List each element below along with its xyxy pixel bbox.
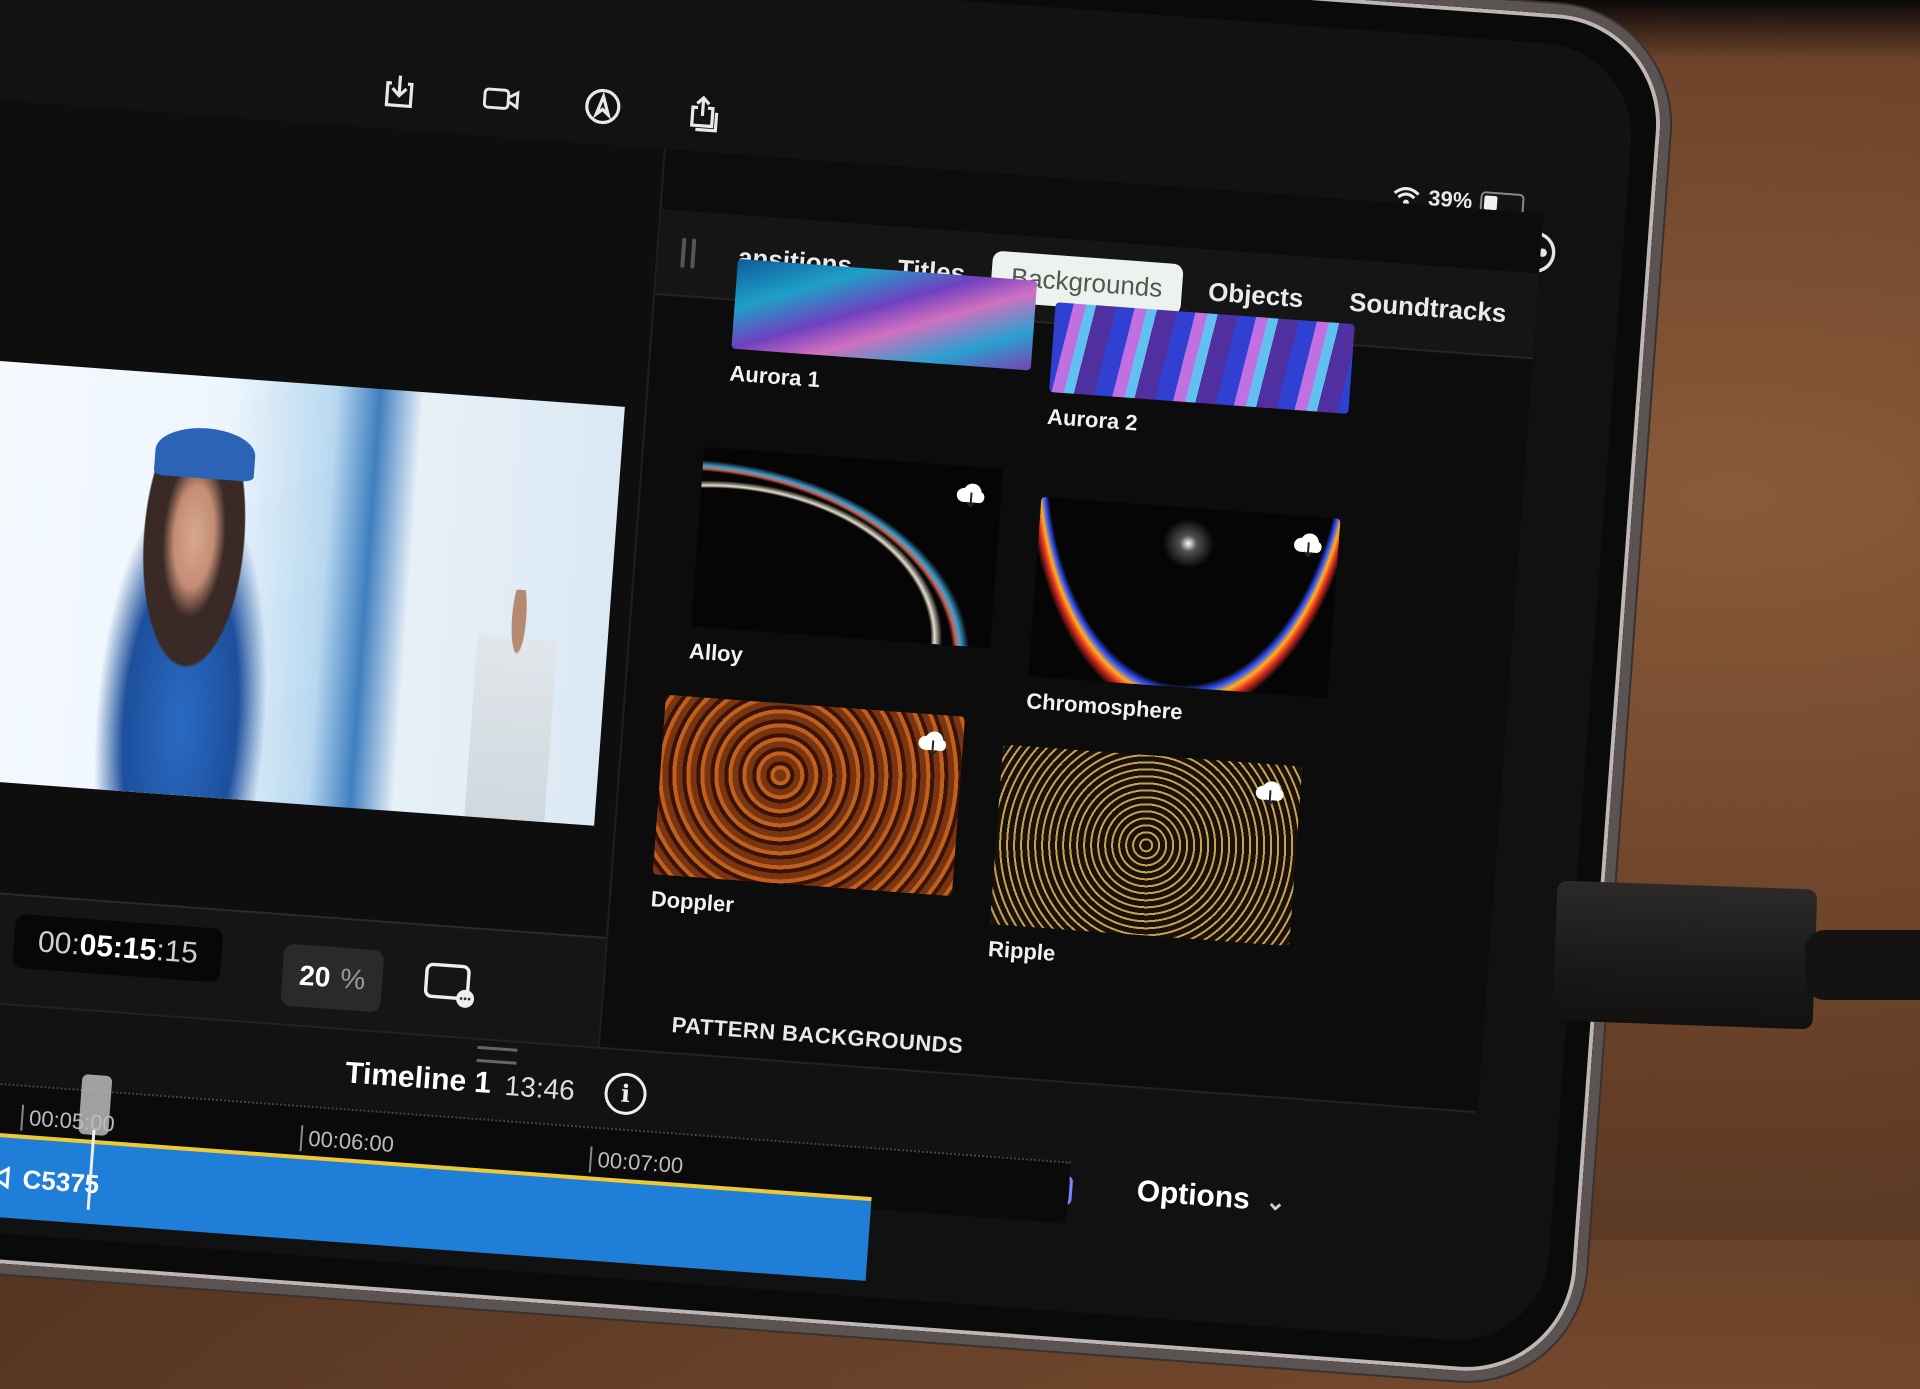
background-item-doppler[interactable]: Doppler <box>650 694 966 934</box>
battery-fill <box>1483 195 1498 211</box>
ruler-label: 00:07:00 <box>588 1146 684 1180</box>
viewer <box>0 96 704 980</box>
screen: 39% 00:05:15:15 20 % ansitions Titles Ba… <box>0 0 1638 1347</box>
item-label: Aurora 1 <box>728 360 821 393</box>
resize-grip[interactable] <box>476 1045 518 1065</box>
background-item-chromosphere[interactable]: Chromosphere <box>1025 496 1341 736</box>
timeline-title: Timeline 1 <box>344 1056 493 1100</box>
zoom-unit: % <box>339 962 367 996</box>
viewer-options-icon[interactable] <box>420 958 480 1017</box>
ruler-label: 00:06:00 <box>299 1125 395 1158</box>
timecode-display[interactable]: 00:05:15:15 <box>12 913 224 983</box>
options-label: Options <box>1135 1174 1252 1216</box>
chevron-down-icon: ⌄ <box>1264 1187 1287 1216</box>
background-item-aurora-1[interactable]: Aurora 1 <box>728 258 1038 409</box>
thumbnail-alloy <box>690 446 1004 649</box>
video-subject <box>75 428 302 803</box>
timecode-frames: :15 <box>155 934 200 971</box>
import-icon[interactable] <box>376 68 423 115</box>
timecode-main: 05:15 <box>78 928 158 968</box>
item-label: Aurora 2 <box>1046 403 1139 436</box>
share-icon[interactable] <box>681 90 728 137</box>
content-browser: ansitions Titles Backgrounds Objects Sou… <box>597 149 1544 1133</box>
item-label: Alloy <box>688 638 744 668</box>
item-label: Ripple <box>987 936 1057 966</box>
video-background-person <box>464 586 562 823</box>
video-camera-icon <box>0 1166 11 1190</box>
item-label: Doppler <box>650 886 735 918</box>
camera-icon[interactable] <box>478 75 525 122</box>
background-item-aurora-2[interactable]: Aurora 2 <box>1046 302 1355 452</box>
video-preview[interactable] <box>0 354 625 826</box>
cloud-download-icon[interactable] <box>1292 529 1326 559</box>
info-icon[interactable]: i <box>603 1071 649 1117</box>
cloud-download-icon[interactable] <box>954 479 988 509</box>
section-header: PATTERN BACKGROUNDS <box>670 1012 965 1059</box>
cloud-download-icon[interactable] <box>1253 777 1287 807</box>
thumbnail-ripple <box>989 744 1303 947</box>
zoom-value: 20 <box>298 959 332 993</box>
timeline-duration: 13:46 <box>503 1070 576 1107</box>
item-label: Chromosphere <box>1025 688 1184 725</box>
usb-cable <box>1805 930 1920 1000</box>
background-item-ripple[interactable]: Ripple <box>987 744 1303 984</box>
thumbnail-chromosphere <box>1028 496 1341 699</box>
cloud-download-icon[interactable] <box>916 727 950 757</box>
video-detail <box>153 424 258 482</box>
ipad-device: 39% 00:05:15:15 20 % ansitions Titles Ba… <box>0 0 1679 1389</box>
usb-c-connector <box>1552 880 1818 1030</box>
options-menu-button[interactable]: Options ⌄ <box>1136 1175 1288 1220</box>
background-item-alloy[interactable]: Alloy <box>688 446 1004 686</box>
thumbnail-doppler <box>652 694 966 897</box>
zoom-level-button[interactable]: 20 % <box>280 943 385 1013</box>
tab-soundtracks[interactable]: Soundtracks <box>1327 275 1528 340</box>
compass-icon[interactable] <box>579 83 626 130</box>
playhead-handle[interactable] <box>78 1074 113 1137</box>
drag-handle[interactable] <box>657 231 720 275</box>
timecode-prefix: 00: <box>36 925 81 962</box>
